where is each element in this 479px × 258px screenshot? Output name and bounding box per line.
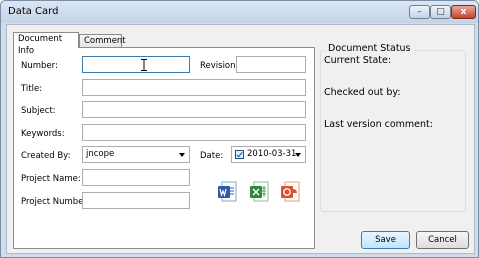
powerpoint-presentation-icon[interactable] <box>280 181 301 203</box>
created-by-select[interactable]: jncope <box>82 146 190 163</box>
project-name-input[interactable] <box>82 169 190 186</box>
title-label: Title: <box>21 84 43 94</box>
current-state-label: Current State: <box>324 55 392 66</box>
title-bar[interactable]: Data Card – □ x <box>1 1 478 23</box>
project-number-input[interactable] <box>82 192 190 209</box>
client-area: Document Info Comment Number: Revision: … <box>6 24 475 254</box>
revision-label: Revision: <box>200 61 239 71</box>
date-label: Date: <box>200 151 224 161</box>
last-version-comment-label: Last version comment: <box>324 119 433 130</box>
date-value: 2010-03-31 <box>247 149 297 159</box>
checked-out-by-label: Checked out by: <box>324 87 401 98</box>
subject-input[interactable] <box>82 101 306 118</box>
maximize-icon: □ <box>436 7 445 17</box>
text-cursor-icon <box>141 59 147 71</box>
chevron-down-icon <box>295 153 301 157</box>
created-by-value: jncope <box>86 149 115 159</box>
title-input[interactable] <box>82 79 306 96</box>
tab-comment[interactable]: Comment <box>79 34 126 48</box>
chevron-down-icon <box>179 153 185 157</box>
number-label: Number: <box>21 61 58 71</box>
window-title: Data Card <box>8 6 59 17</box>
tab-document-info[interactable]: Document Info <box>13 32 79 56</box>
excel-workbook-icon[interactable] <box>249 181 270 203</box>
save-button[interactable]: Save <box>361 231 410 249</box>
keywords-input[interactable] <box>82 124 306 141</box>
keywords-label: Keywords: <box>21 129 65 139</box>
created-by-label: Created By: <box>21 151 71 161</box>
data-card-window: Data Card – □ x Document Info Comment Nu… <box>0 0 479 258</box>
document-status-title: Document Status <box>325 43 414 54</box>
minimize-icon: – <box>417 7 422 17</box>
number-input[interactable] <box>82 56 190 73</box>
date-checkbox[interactable] <box>235 150 244 159</box>
revision-input[interactable] <box>236 56 306 73</box>
date-picker[interactable]: 2010-03-31 <box>231 146 306 163</box>
document-status-group <box>320 50 466 212</box>
project-number-label: Project Number: <box>21 197 90 207</box>
project-name-label: Project Name: <box>21 174 81 184</box>
maximize-button[interactable]: □ <box>430 5 451 19</box>
close-icon: x <box>460 7 467 17</box>
minimize-button[interactable]: – <box>409 5 430 19</box>
subject-label: Subject: <box>21 106 56 116</box>
close-button[interactable]: x <box>451 5 476 19</box>
cancel-button[interactable]: Cancel <box>416 231 469 249</box>
word-document-icon[interactable] <box>217 181 238 203</box>
document-info-panel: Number: Revision: Title: Subject: Keywor… <box>13 47 315 249</box>
